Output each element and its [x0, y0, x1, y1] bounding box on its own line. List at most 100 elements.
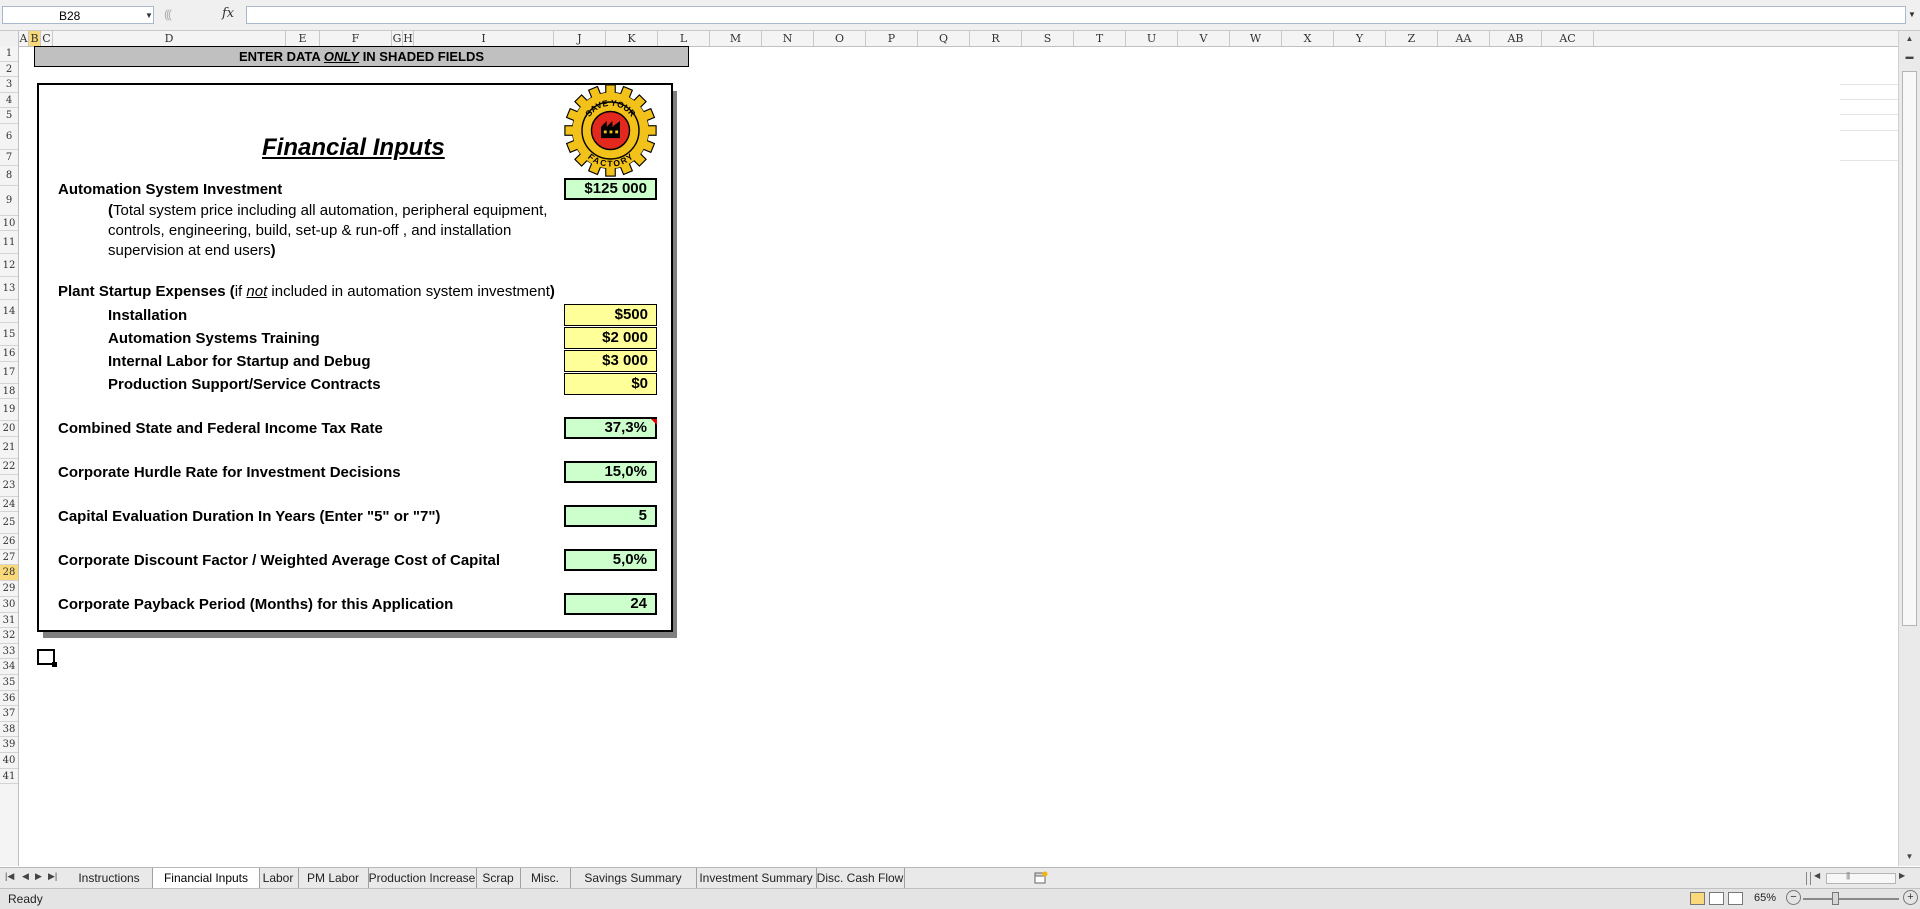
row-header[interactable]: 6	[0, 124, 18, 150]
page-break-view-icon[interactable]	[1728, 892, 1743, 905]
next-sheet-icon[interactable]: ▶	[35, 871, 42, 882]
first-sheet-icon[interactable]: |◀	[5, 871, 14, 882]
row-header[interactable]: 5	[0, 108, 18, 124]
sheet-tab[interactable]: Disc. Cash Flow	[816, 868, 905, 888]
row-header[interactable]: 39	[0, 737, 18, 753]
row-header[interactable]: 14	[0, 300, 18, 324]
column-header[interactable]: I	[414, 31, 554, 46]
row-header[interactable]: 31	[0, 613, 18, 629]
row-header[interactable]: 8	[0, 166, 18, 186]
scroll-left-icon[interactable]: ◀	[1814, 871, 1820, 880]
zoom-out-button[interactable]: −	[1786, 890, 1801, 905]
column-header[interactable]: AB	[1490, 31, 1542, 46]
row-header[interactable]: 15	[0, 323, 18, 347]
normal-view-icon[interactable]	[1690, 892, 1705, 905]
column-header[interactable]: H	[403, 31, 414, 46]
row-header[interactable]: 22	[0, 459, 18, 475]
split-box-icon[interactable]: ▬	[1901, 49, 1918, 64]
row-header[interactable]: 17	[0, 362, 18, 384]
page-layout-view-icon[interactable]	[1709, 892, 1724, 905]
row-header[interactable]: 10	[0, 216, 18, 232]
row-header[interactable]: 11	[0, 231, 18, 255]
column-header[interactable]: Q	[918, 31, 970, 46]
prev-sheet-icon[interactable]: ◀	[22, 871, 29, 882]
scroll-down-icon[interactable]: ▼	[1901, 849, 1918, 864]
row-header[interactable]: 12	[0, 254, 18, 278]
row-header[interactable]: 35	[0, 675, 18, 691]
sheet-tab[interactable]: Production Increase	[368, 868, 477, 888]
row-header[interactable]: 20	[0, 421, 18, 437]
sheet-tab[interactable]: Misc.	[520, 868, 571, 888]
sheet-tab[interactable]: Instructions	[66, 868, 153, 888]
row-header[interactable]: 32	[0, 628, 18, 644]
comment-indicator[interactable]	[651, 419, 657, 425]
row-header[interactable]: 13	[0, 277, 18, 301]
row-header[interactable]: 36	[0, 691, 18, 707]
row-header[interactable]: 41	[0, 769, 18, 785]
sheet-tab[interactable]: Labor	[258, 868, 299, 888]
row-header[interactable]: 29	[0, 581, 18, 597]
row-header[interactable]: 9	[0, 186, 18, 216]
investment-input[interactable]: $125 000	[564, 178, 657, 200]
training-input[interactable]: $2 000	[564, 327, 657, 349]
horizontal-scroll-thumb[interactable]	[1826, 873, 1896, 884]
expand-formula-bar-icon[interactable]: ▼	[1906, 6, 1918, 24]
column-header[interactable]: L	[658, 31, 710, 46]
column-header[interactable]: U	[1126, 31, 1178, 46]
row-header[interactable]: 23	[0, 475, 18, 497]
column-header[interactable]: G	[392, 31, 403, 46]
insert-sheet-icon[interactable]	[1034, 871, 1048, 884]
row-header[interactable]: 40	[0, 753, 18, 769]
name-box-dropdown-icon[interactable]: ▼	[145, 11, 153, 20]
row-header[interactable]: 27	[0, 550, 18, 566]
row-header[interactable]: 34	[0, 659, 18, 675]
evaluation-duration-input[interactable]: 5	[564, 505, 657, 527]
row-header[interactable]: 1	[0, 46, 18, 62]
column-header[interactable]: X	[1282, 31, 1334, 46]
installation-input[interactable]: $500	[564, 304, 657, 326]
sheet-tab[interactable]: Savings Summary	[570, 868, 697, 888]
column-header[interactable]: Z	[1386, 31, 1438, 46]
row-header[interactable]: 4	[0, 93, 18, 109]
column-header[interactable]: K	[606, 31, 658, 46]
column-header[interactable]: V	[1178, 31, 1230, 46]
zoom-level[interactable]: 65%	[1754, 892, 1776, 904]
sheet-tab[interactable]: PM Labor	[298, 868, 369, 888]
row-header[interactable]: 30	[0, 597, 18, 613]
column-header[interactable]: S	[1022, 31, 1074, 46]
column-header[interactable]: AA	[1438, 31, 1490, 46]
tab-split-handle[interactable]	[1806, 872, 1811, 885]
horizontal-scrollbar[interactable]: ◀ ||| ▶	[1814, 871, 1910, 886]
row-header[interactable]: 37	[0, 706, 18, 722]
vertical-scroll-thumb[interactable]	[1902, 71, 1917, 626]
column-header[interactable]: F	[320, 31, 392, 46]
row-header[interactable]: 18	[0, 384, 18, 400]
sheet-tab[interactable]: Financial Inputs	[152, 868, 260, 888]
row-header[interactable]: 21	[0, 437, 18, 459]
sheet-tab[interactable]: Investment Summary	[696, 868, 817, 888]
column-header[interactable]: D	[53, 31, 286, 46]
column-header[interactable]: W	[1230, 31, 1282, 46]
insert-function-button[interactable]: fx	[222, 6, 234, 21]
row-header[interactable]: 25	[0, 512, 18, 535]
vertical-scrollbar[interactable]: ▲ ▬ ▼	[1898, 31, 1920, 866]
scroll-right-icon[interactable]: ▶	[1899, 871, 1905, 880]
row-header[interactable]: 26	[0, 534, 18, 550]
payback-period-input[interactable]: 24	[564, 593, 657, 615]
tax-rate-input[interactable]: 37,3%	[564, 417, 657, 439]
column-header[interactable]: E	[286, 31, 320, 46]
column-header[interactable]: T	[1074, 31, 1126, 46]
row-header[interactable]: 38	[0, 722, 18, 738]
last-sheet-icon[interactable]: ▶|	[48, 871, 57, 882]
splitter-grip-icon[interactable]: (((	[164, 7, 172, 21]
name-box[interactable]: B28	[2, 6, 154, 24]
column-header[interactable]: R	[970, 31, 1022, 46]
fill-handle[interactable]	[52, 662, 57, 667]
zoom-slider[interactable]	[1803, 898, 1899, 900]
sheet-tab[interactable]: Scrap	[476, 868, 521, 888]
column-header[interactable]: P	[866, 31, 918, 46]
row-header[interactable]: 16	[0, 346, 18, 362]
discount-factor-input[interactable]: 5,0%	[564, 549, 657, 571]
column-header[interactable]: N	[762, 31, 814, 46]
row-header[interactable]: 19	[0, 399, 18, 422]
